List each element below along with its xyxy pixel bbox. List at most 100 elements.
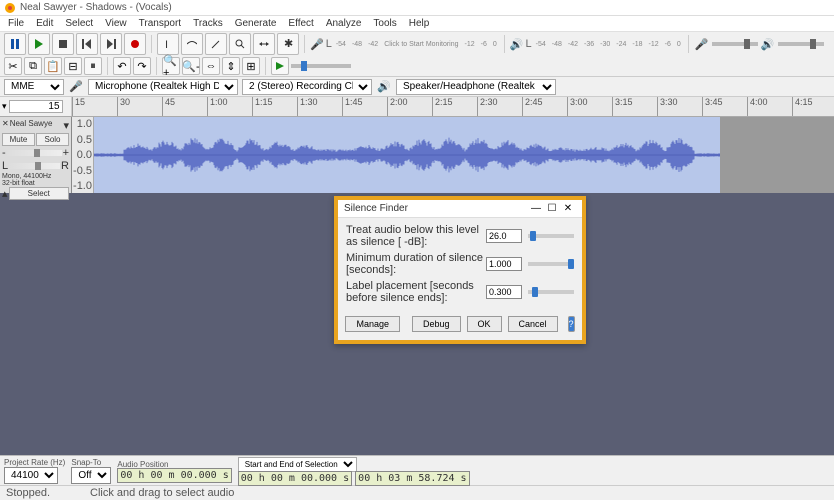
draw-tool[interactable] (205, 33, 227, 55)
svg-text:✱: ✱ (284, 39, 293, 49)
label-placement-slider[interactable] (528, 290, 574, 294)
menu-help[interactable]: Help (403, 17, 436, 30)
menu-transport[interactable]: Transport (133, 17, 187, 30)
snap-to-select[interactable]: Off (71, 467, 111, 484)
timeline-ruler[interactable]: ▾ 1530451:001:151:301:452:002:152:302:45… (0, 97, 834, 117)
audio-host-select[interactable]: MME (4, 79, 64, 95)
play-speed-slider[interactable] (291, 64, 351, 68)
mute-button[interactable]: Mute (2, 133, 35, 146)
mic-vol-icon: 🎤 (694, 36, 710, 52)
ruler-tick: 2:30 (477, 97, 498, 116)
vertical-scale: 1.0 0.5 0.0 -0.5 -1.0 (72, 117, 94, 193)
maximize-icon[interactable]: ☐ (544, 203, 560, 214)
menu-effect[interactable]: Effect (282, 17, 319, 30)
playback-device-select[interactable]: Speaker/Headphone (Realtek High (396, 79, 556, 95)
ok-button[interactable]: OK (467, 316, 502, 332)
chevron-down-icon[interactable]: ▾ (63, 119, 69, 132)
collapse-icon[interactable]: ▴ (2, 187, 8, 200)
play-at-speed-button[interactable] (271, 57, 289, 75)
record-button[interactable] (124, 33, 146, 55)
stop-button[interactable] (52, 33, 74, 55)
label-placement-input[interactable] (486, 285, 522, 299)
menu-generate[interactable]: Generate (229, 17, 283, 30)
menu-analyze[interactable]: Analyze (320, 17, 368, 30)
ruler-tick: 1:15 (252, 97, 273, 116)
recording-device-select[interactable]: Microphone (Realtek High Defini (88, 79, 238, 95)
threshold-input[interactable] (486, 229, 522, 243)
menu-view[interactable]: View (99, 17, 133, 30)
menu-select[interactable]: Select (59, 17, 99, 30)
zoom-out-button[interactable]: 🔍- (182, 57, 200, 75)
solo-button[interactable]: Solo (36, 133, 69, 146)
track-empty-area (720, 117, 834, 193)
cancel-button[interactable]: Cancel (508, 316, 558, 332)
selection-end-display[interactable]: 00 h 03 m 58.724 s (355, 471, 469, 486)
threshold-slider[interactable] (528, 234, 574, 238)
gain-slider[interactable] (7, 150, 62, 156)
fit-selection-button[interactable]: ⇔ (202, 57, 220, 75)
bottom-bar: Project Rate (Hz) 44100 Snap-To Off Audi… (0, 455, 834, 500)
menu-file[interactable]: File (2, 17, 30, 30)
skip-start-button[interactable] (76, 33, 98, 55)
track-close-icon[interactable]: ✕ (2, 119, 9, 132)
ruler-tick: 1:00 (207, 97, 228, 116)
track-name[interactable]: Neal Sawye (10, 119, 63, 132)
menu-tracks[interactable]: Tracks (187, 17, 229, 30)
tracks-area: ✕Neal Sawye▾ MuteSolo -+ LR Mono, 44100H… (0, 117, 834, 193)
ruler-tick: 15 (72, 97, 85, 116)
menu-edit[interactable]: Edit (30, 17, 59, 30)
manage-button[interactable]: Manage (345, 316, 400, 332)
trim-button[interactable]: ⊟ (64, 57, 82, 75)
channels-select[interactable]: 2 (Stereo) Recording Cha (242, 79, 372, 95)
silence-finder-dialog: Silence Finder — ☐ ✕ Treat audio below t… (334, 196, 586, 344)
ruler-tick: 3:00 (567, 97, 588, 116)
ruler-tick: 4:00 (747, 97, 768, 116)
project-rate-select[interactable]: 44100 (4, 467, 58, 484)
playback-meter[interactable]: 🔊 L -54 -48 -42 -36 -30 -24 -18 -12 -6 0 (510, 38, 683, 51)
envelope-tool[interactable] (181, 33, 203, 55)
dialog-titlebar[interactable]: Silence Finder — ☐ ✕ (338, 200, 582, 218)
zoom-toggle-button[interactable]: ⊞ (242, 57, 260, 75)
status-hint: Click and drag to select audio (90, 487, 234, 499)
zoom-in-button[interactable]: 🔍+ (162, 57, 180, 75)
help-button[interactable]: ? (568, 316, 575, 332)
pause-button[interactable] (4, 33, 26, 55)
close-icon[interactable]: ✕ (560, 203, 576, 214)
paste-button[interactable]: 📋 (44, 57, 62, 75)
pan-slider[interactable] (9, 163, 60, 169)
chevron-down-icon[interactable]: ▾ (2, 101, 7, 112)
recording-meter[interactable]: 🎤 L -54 -48 -42 Click to Start Monitorin… (310, 38, 499, 51)
ruler-ticks[interactable]: 1530451:001:151:301:452:002:152:302:453:… (72, 97, 834, 116)
debug-button[interactable]: Debug (412, 316, 461, 332)
undo-button[interactable]: ↶ (113, 57, 131, 75)
copy-button[interactable]: ⧉ (24, 57, 42, 75)
meter-L: L (326, 38, 332, 50)
track-select-button[interactable]: Select (9, 187, 69, 200)
play-button[interactable] (28, 33, 50, 55)
multi-tool[interactable]: ✱ (277, 33, 299, 55)
zoom-tool[interactable] (229, 33, 251, 55)
menu-tools[interactable]: Tools (367, 17, 402, 30)
cut-button[interactable]: ✂ (4, 57, 22, 75)
fit-project-button[interactable]: ⇕ (222, 57, 240, 75)
ruler-tick: 45 (162, 97, 175, 116)
audio-position-display[interactable]: 00 h 00 m 00.000 s (117, 468, 231, 483)
rec-volume-slider[interactable] (712, 42, 758, 46)
selection-start-display[interactable]: 00 h 00 m 00.000 s (238, 471, 352, 486)
timeshift-tool[interactable] (253, 33, 275, 55)
selection-mode-select[interactable]: Start and End of Selection (238, 457, 357, 472)
min-duration-input[interactable] (486, 257, 522, 271)
min-duration-slider[interactable] (528, 262, 574, 266)
app-icon (4, 2, 16, 14)
ruler-tick: 3:30 (657, 97, 678, 116)
selection-tool[interactable]: I (157, 33, 179, 55)
minimize-icon[interactable]: — (528, 203, 544, 214)
min-duration-label: Minimum duration of silence [seconds]: (346, 252, 486, 276)
window-titlebar: Neal Sawyer - Shadows - (Vocals) (0, 0, 834, 16)
play-volume-slider[interactable] (778, 42, 824, 46)
redo-button[interactable]: ↷ (133, 57, 151, 75)
track-waveform[interactable]: 1.0 0.5 0.0 -0.5 -1.0 (72, 117, 834, 193)
silence-button[interactable]: ⏸ (84, 57, 102, 75)
skip-end-button[interactable] (100, 33, 122, 55)
cursor-position-input[interactable] (9, 100, 63, 113)
